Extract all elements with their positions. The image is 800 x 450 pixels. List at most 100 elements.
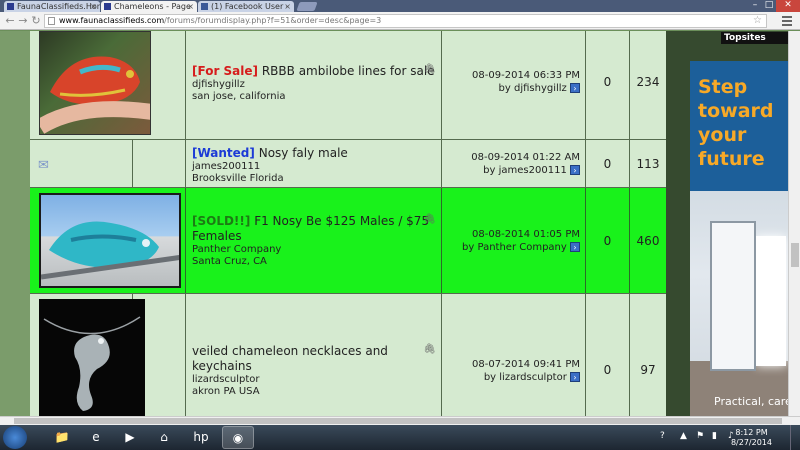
go-to-last-post-icon[interactable]: › bbox=[570, 372, 580, 382]
reply-count[interactable]: 0 bbox=[586, 157, 629, 171]
facebook-icon bbox=[201, 3, 208, 10]
media-player-icon[interactable]: ▶ bbox=[115, 426, 145, 449]
blue-chameleon-illustration bbox=[41, 221, 179, 280]
red-chameleon-illustration bbox=[40, 56, 150, 134]
last-post-author[interactable]: by lizardsculptor bbox=[484, 372, 567, 383]
paperclip-icon: 🖇 bbox=[423, 344, 436, 355]
views-cell: 460 bbox=[630, 188, 666, 293]
hp-icon[interactable]: hp bbox=[186, 426, 216, 449]
thumbnail-cell bbox=[30, 188, 186, 293]
go-to-last-post-icon[interactable]: › bbox=[570, 242, 580, 252]
chrome-icon[interactable]: ◉ bbox=[222, 426, 254, 449]
thread-author[interactable]: Panther Company bbox=[192, 244, 281, 256]
network-icon[interactable]: ⌂ bbox=[149, 426, 179, 449]
reply-count[interactable]: 0 bbox=[586, 75, 629, 89]
envelope-icon: ✉ bbox=[38, 158, 49, 173]
thread-title-link[interactable]: Nosy faly male bbox=[259, 146, 348, 160]
chameleon-photo[interactable] bbox=[39, 193, 181, 288]
help-icon[interactable]: ? bbox=[660, 431, 665, 441]
last-post-cell: 08-09-2014 01:22 AM by james200111 › bbox=[442, 140, 586, 187]
back-arrow-icon[interactable]: ← bbox=[4, 14, 16, 28]
go-to-last-post-icon[interactable]: › bbox=[570, 83, 580, 93]
thread-title-link[interactable]: RBBB ambilobe lines for sale bbox=[262, 64, 435, 78]
file-explorer-icon[interactable]: 📁 bbox=[47, 426, 77, 449]
thread-title-cell: [Wanted] Nosy faly male james200111 Broo… bbox=[186, 140, 442, 187]
start-button[interactable] bbox=[3, 426, 27, 449]
left-margin bbox=[0, 31, 30, 416]
last-post-date: 08-09-2014 06:33 PM bbox=[472, 70, 580, 81]
thread-author[interactable]: lizardsculptor bbox=[192, 374, 260, 386]
thread-title-link[interactable]: veiled chameleon necklaces and keychains bbox=[192, 344, 388, 373]
thread-location: san jose, california bbox=[192, 91, 286, 102]
system-clock[interactable]: 8:12 PM 8/27/2014 bbox=[731, 428, 772, 448]
window-controls: – □ ✕ bbox=[748, 0, 800, 12]
replies-cell: 0 bbox=[586, 140, 630, 187]
advertisement[interactable]: Step toward your future Practical, caree bbox=[690, 61, 800, 416]
scrollbar-thumb[interactable] bbox=[791, 243, 799, 267]
thread-prefix: [SOLD!!] bbox=[192, 214, 251, 228]
go-to-last-post-icon[interactable]: › bbox=[570, 165, 580, 175]
tray-expand-icon[interactable]: ▲ bbox=[680, 431, 687, 441]
replies-cell: 0 bbox=[586, 294, 630, 416]
close-tab-icon[interactable]: × bbox=[284, 1, 291, 12]
ad-headline: Step toward your future bbox=[698, 76, 774, 170]
close-window-icon[interactable]: ✕ bbox=[776, 0, 800, 12]
topsites-banner[interactable]: Topsites bbox=[721, 32, 800, 44]
site-favicon bbox=[104, 3, 111, 10]
thread-list: [For Sale] RBBB ambilobe lines for sale … bbox=[30, 31, 666, 416]
thread-title-cell: veiled chameleon necklaces and keychains… bbox=[186, 294, 442, 416]
vertical-scrollbar[interactable] bbox=[788, 31, 800, 416]
thread-author[interactable]: djfishygillz bbox=[192, 79, 245, 91]
internet-explorer-icon[interactable]: e bbox=[81, 426, 111, 449]
maximize-icon[interactable]: □ bbox=[762, 0, 776, 12]
signal-icon[interactable]: ▮ bbox=[712, 431, 717, 441]
chameleon-photo[interactable] bbox=[39, 31, 151, 135]
reply-count[interactable]: 0 bbox=[586, 363, 629, 377]
horizontal-scrollbar-thumb[interactable] bbox=[14, 418, 782, 424]
thumbnail-cell bbox=[133, 140, 186, 187]
thread-row: veiled chameleon necklaces and keychains… bbox=[30, 294, 666, 416]
chameleon-pendant-illustration bbox=[43, 316, 141, 411]
replies-cell: 0 bbox=[586, 31, 630, 139]
site-favicon bbox=[7, 3, 14, 10]
necklace-photo[interactable] bbox=[39, 299, 145, 416]
view-count: 97 bbox=[640, 363, 656, 377]
chrome-menu-icon[interactable] bbox=[782, 14, 792, 26]
status-icon-cell: ✉ bbox=[30, 140, 133, 187]
new-tab-button[interactable] bbox=[296, 2, 318, 11]
flag-icon[interactable]: ⚑ bbox=[696, 431, 704, 441]
ad-tagline: Practical, caree bbox=[714, 395, 799, 408]
last-post-date: 08-07-2014 09:41 PM bbox=[472, 359, 580, 370]
tab-chameleons[interactable]: Chameleons - Page × bbox=[101, 1, 197, 12]
view-count: 234 bbox=[636, 75, 660, 89]
thumbnail-cell bbox=[30, 31, 186, 139]
close-tab-icon[interactable]: × bbox=[90, 1, 97, 12]
last-post-author[interactable]: by djfishygillz bbox=[499, 83, 567, 94]
last-post-cell: 08-09-2014 06:33 PM by djfishygillz › bbox=[442, 31, 586, 139]
thread-author[interactable]: james200111 bbox=[192, 161, 260, 173]
thread-row: ✉ [Wanted] Nosy faly male james200111 Br… bbox=[30, 140, 666, 188]
close-tab-icon[interactable]: × bbox=[187, 1, 194, 12]
view-count: 113 bbox=[636, 157, 660, 171]
horizontal-scrollbar[interactable] bbox=[0, 416, 800, 425]
reply-count[interactable]: 0 bbox=[586, 234, 629, 248]
minimize-icon[interactable]: – bbox=[748, 0, 762, 12]
thread-location: Brooksville Florida bbox=[192, 173, 284, 184]
tab-facebook[interactable]: (1) Facebook User - × bbox=[198, 1, 294, 12]
reload-icon[interactable]: ↻ bbox=[30, 14, 42, 28]
forward-arrow-icon[interactable]: → bbox=[17, 14, 29, 28]
views-cell: 113 bbox=[630, 140, 666, 187]
bookmark-star-icon[interactable]: ☆ bbox=[753, 15, 762, 27]
last-post-date: 08-08-2014 01:05 PM bbox=[472, 229, 580, 240]
tab-faunaclassifieds-home[interactable]: FaunaClassifieds.Hom × bbox=[4, 1, 100, 12]
last-post-author[interactable]: by james200111 bbox=[483, 165, 567, 176]
show-desktop-button[interactable] bbox=[790, 425, 800, 450]
thread-title-cell: [SOLD!!] F1 Nosy Be $125 Males / $75 Fem… bbox=[186, 188, 442, 293]
last-post-author[interactable]: by Panther Company bbox=[462, 242, 567, 253]
thread-location: Santa Cruz, CA bbox=[192, 256, 267, 267]
last-post-cell: 08-07-2014 09:41 PM by lizardsculptor › bbox=[442, 294, 586, 416]
windows-taskbar: 📁 e ▶ ⌂ hp ◉ ? ▲ ⚑ ▮ ♪ 8:12 PM 8/27/2014 bbox=[0, 425, 800, 450]
address-bar[interactable]: www.faunaclassifieds.com/forums/forumdis… bbox=[44, 14, 767, 28]
thread-prefix: [For Sale] bbox=[192, 64, 259, 78]
thread-row-highlighted: [SOLD!!] F1 Nosy Be $125 Males / $75 Fem… bbox=[30, 188, 666, 294]
